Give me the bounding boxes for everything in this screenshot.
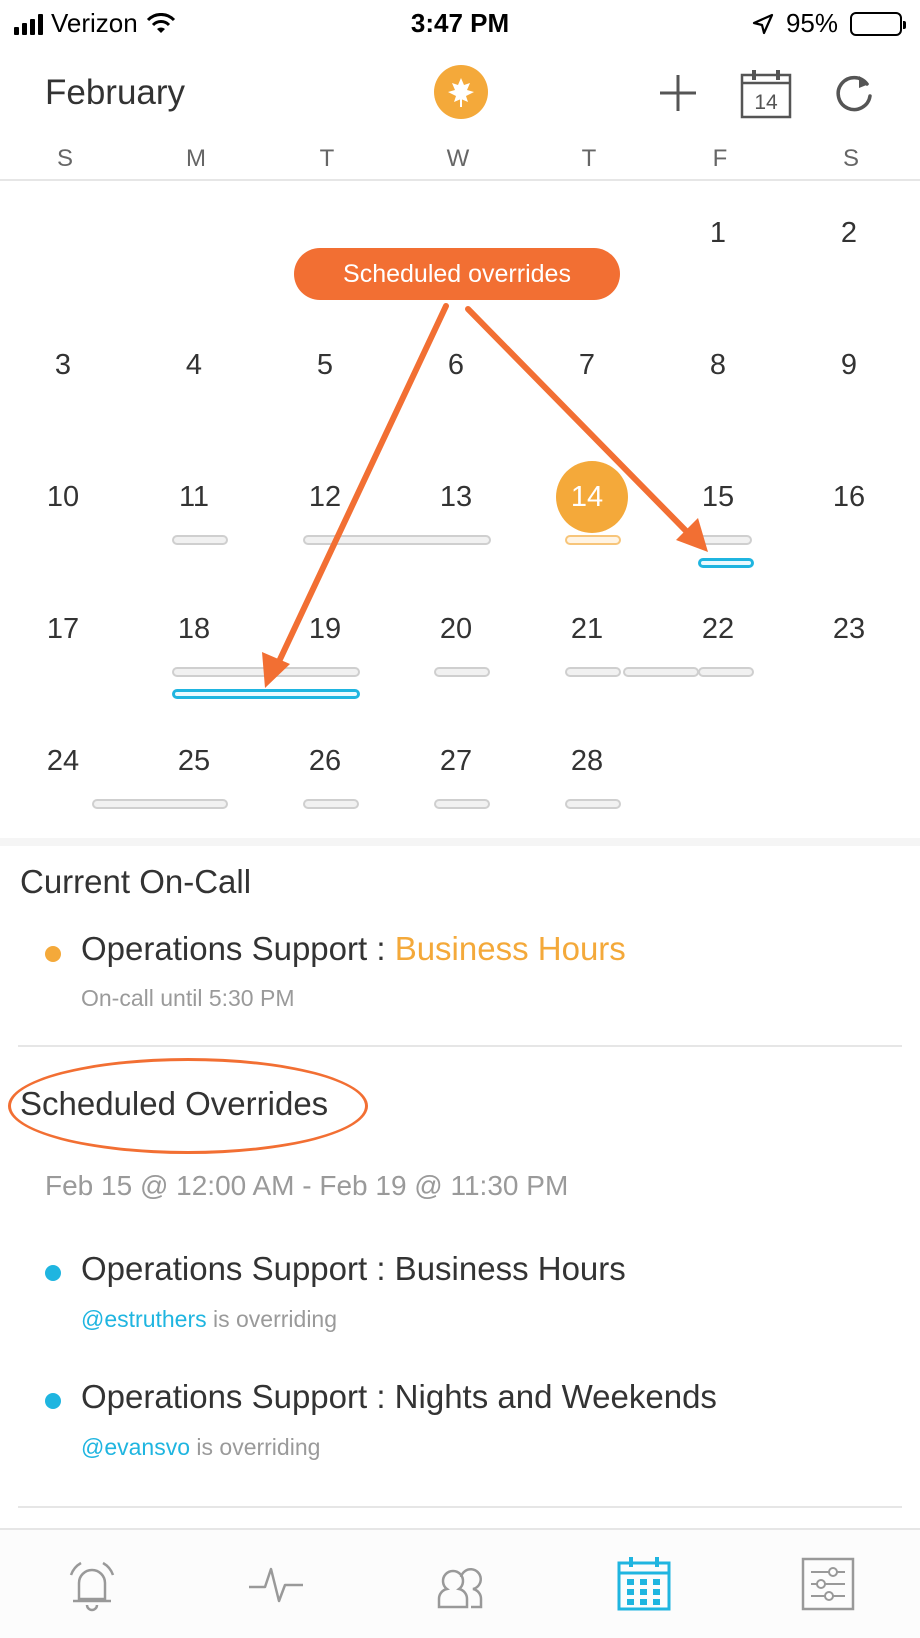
- current-oncall-title: Current On-Call: [20, 863, 252, 900]
- tab-bar: [0, 1528, 920, 1638]
- tab-activity[interactable]: [244, 1552, 308, 1616]
- tab-teams[interactable]: [428, 1552, 492, 1616]
- override-date-range: Feb 15 @ 12:00 AM - Feb 19 @ 11:30 PM: [45, 1170, 569, 1201]
- calendar-grid-icon: [617, 1557, 671, 1611]
- alerts-bell-icon: [69, 1561, 115, 1612]
- override-label: Operations Support : Business Hours: [81, 1250, 626, 1287]
- activity-pulse-icon: [249, 1567, 303, 1603]
- section-divider: [18, 1045, 902, 1047]
- tab-alerts[interactable]: [60, 1552, 124, 1616]
- override-user[interactable]: @evansvo: [81, 1434, 190, 1460]
- oncall-until: On-call until 5:30 PM: [81, 985, 295, 1011]
- oncall-status-dot: [45, 946, 61, 962]
- scheduled-overrides-callout: Scheduled overrides: [294, 248, 620, 300]
- override-label: Operations Support : Nights and Weekends: [81, 1378, 717, 1415]
- oncall-schedule: Business Hours: [394, 930, 626, 967]
- annotation-arrows: [262, 303, 708, 688]
- override-suffix: is overriding: [206, 1306, 338, 1332]
- override-dot: [45, 1393, 61, 1409]
- tab-calendar[interactable]: [612, 1552, 676, 1616]
- section-divider: [18, 1506, 902, 1508]
- scheduled-overrides-title: Scheduled Overrides: [20, 1085, 329, 1122]
- override-dot: [45, 1265, 61, 1281]
- teams-people-icon: [437, 1568, 483, 1609]
- override-user[interactable]: @estruthers: [81, 1306, 207, 1332]
- tab-settings[interactable]: [796, 1552, 860, 1616]
- oncall-team: Operations Support :: [81, 930, 395, 967]
- override-suffix: is overriding: [190, 1434, 321, 1460]
- settings-sliders-icon: [801, 1557, 855, 1611]
- calendar-separator: [0, 838, 920, 846]
